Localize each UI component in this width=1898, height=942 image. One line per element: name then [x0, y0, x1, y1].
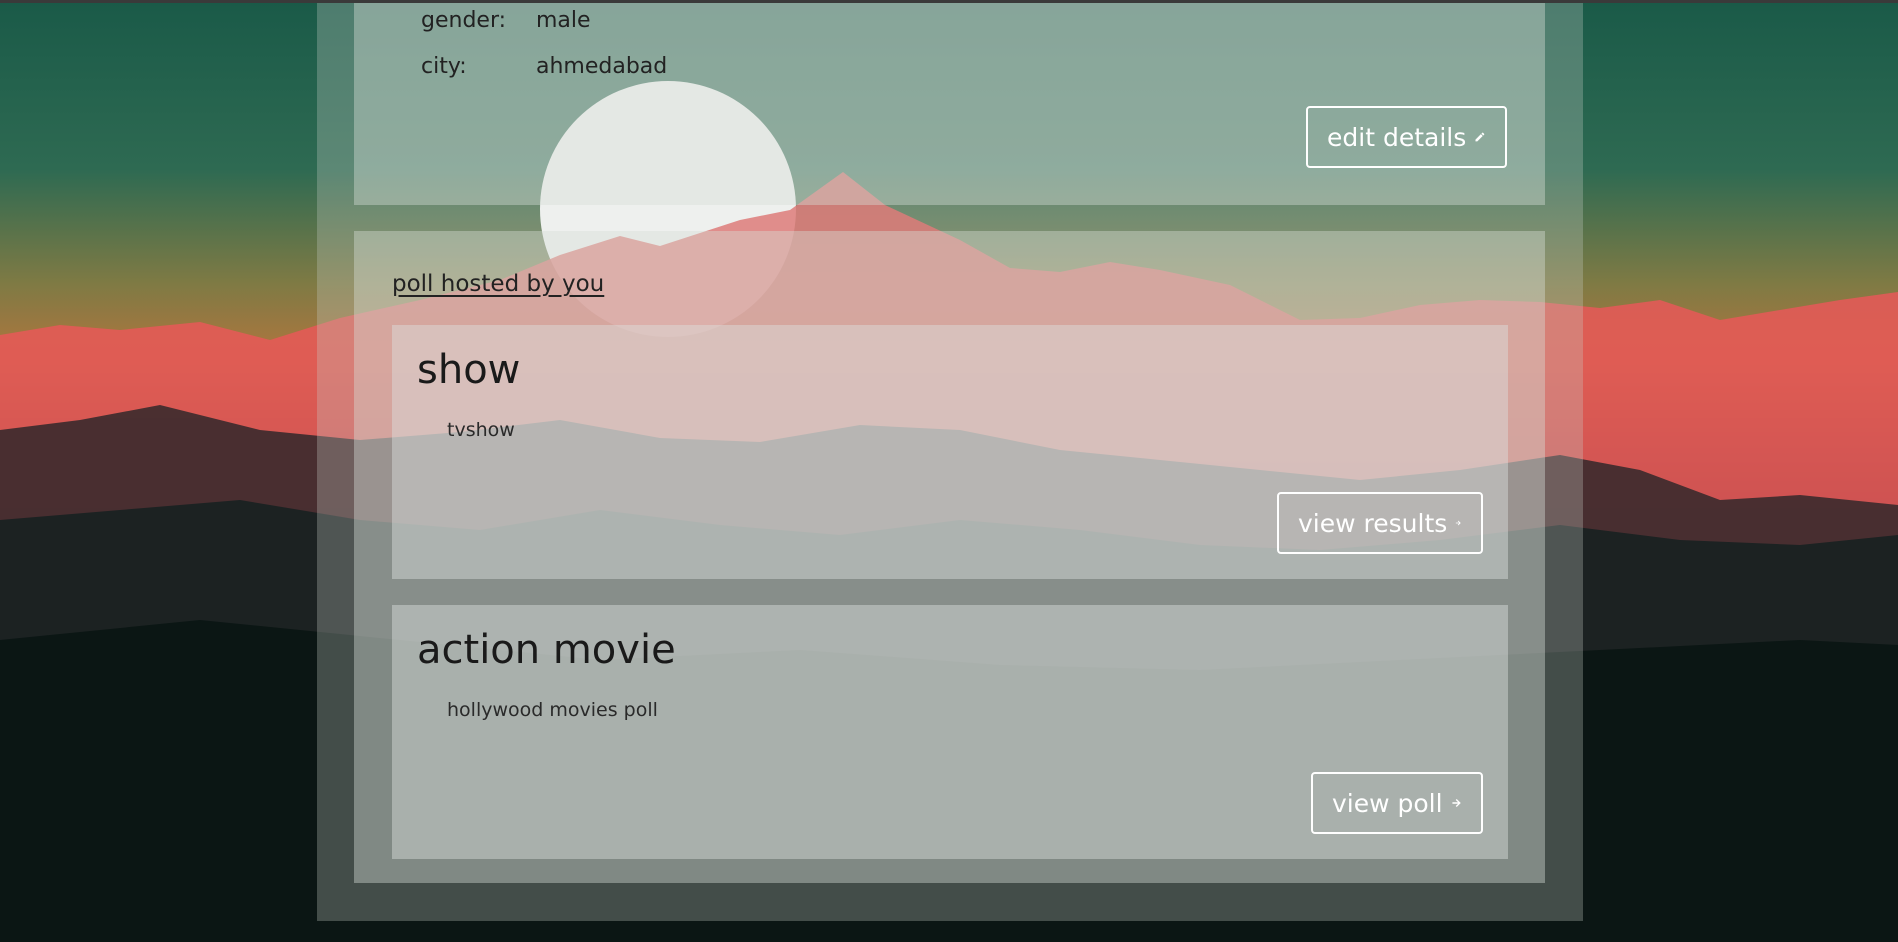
view-poll-label: view poll — [1332, 788, 1443, 818]
poll-description: hollywood movies poll — [447, 699, 658, 721]
city-label: city: — [421, 54, 467, 79]
poll-title: action movie — [417, 627, 676, 673]
window-top-border — [0, 0, 1898, 3]
view-results-button[interactable]: view results — [1277, 492, 1483, 554]
poll-card: action movie hollywood movies poll view … — [392, 605, 1508, 859]
poll-title: show — [417, 347, 521, 393]
section-title[interactable]: poll hosted by you — [392, 271, 604, 297]
view-poll-button[interactable]: view poll — [1311, 772, 1483, 834]
poll-description: tvshow — [447, 419, 515, 441]
profile-details-panel: gender: male city: ahmedabad edit details — [354, 3, 1545, 205]
arrow-right-icon — [1452, 798, 1461, 808]
arrow-right-icon — [1456, 520, 1462, 526]
poll-card: show tvshow view results — [392, 325, 1508, 579]
edit-details-label: edit details — [1327, 122, 1467, 152]
city-value: ahmedabad — [536, 54, 668, 79]
city-row: city: ahmedabad — [421, 54, 667, 79]
gender-row: gender: male — [421, 8, 591, 33]
gender-label: gender: — [421, 8, 507, 33]
pencil-icon — [1475, 132, 1485, 142]
gender-value: male — [536, 8, 591, 33]
profile-page-container: gender: male city: ahmedabad edit details … — [317, 3, 1583, 921]
hosted-polls-panel: poll hosted by you show tvshow view resu… — [354, 231, 1545, 883]
view-results-label: view results — [1298, 508, 1448, 538]
edit-details-button[interactable]: edit details — [1306, 106, 1507, 168]
